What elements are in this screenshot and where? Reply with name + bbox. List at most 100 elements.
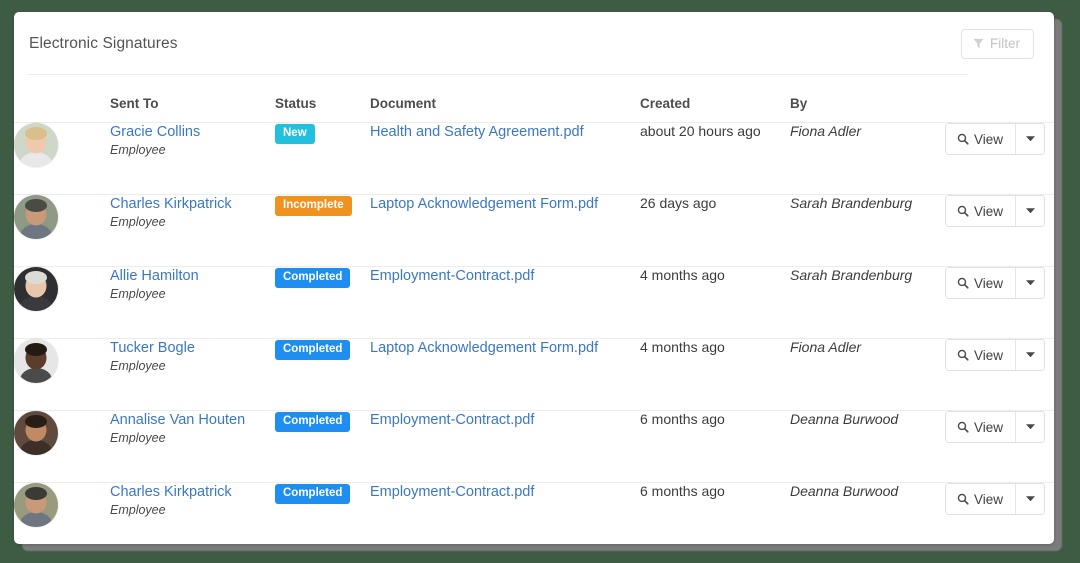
view-dropdown-toggle[interactable] — [1015, 124, 1045, 154]
row-sent-to-cell: Charles Kirkpatrick Employee — [110, 194, 275, 267]
avatar-photo-annalise-van-houten — [14, 411, 58, 455]
electronic-signatures-card: Electronic Signatures Filter Sent To Sta… — [14, 12, 1054, 544]
caret-down-icon — [1025, 136, 1035, 142]
status-badge: New — [275, 124, 315, 144]
column-header-sent-to: Sent To — [110, 75, 275, 123]
view-button-group: View — [945, 123, 1046, 155]
row-sent-to-cell: Allie Hamilton Employee — [110, 266, 275, 339]
column-header-actions — [945, 75, 1054, 123]
row-by-cell: Deanna Burwood — [790, 410, 945, 483]
view-button-label: View — [974, 131, 1004, 147]
row-document-cell: Health and Safety Agreement.pdf — [370, 122, 640, 195]
view-button[interactable]: View — [946, 484, 1016, 514]
view-button-label: View — [974, 203, 1004, 219]
status-badge: Incomplete — [275, 196, 352, 216]
view-dropdown-toggle[interactable] — [1015, 412, 1045, 442]
document-link[interactable]: Employment-Contract.pdf — [370, 268, 534, 284]
row-document-cell: Employment-Contract.pdf — [370, 482, 640, 544]
signatures-table: Sent To Status Document Created By Graci… — [14, 75, 1054, 544]
status-badge: Completed — [275, 268, 351, 288]
table-header-row: Sent To Status Document Created By — [14, 75, 1054, 123]
row-sent-to-cell: Tucker Bogle Employee — [110, 338, 275, 411]
table-header: Sent To Status Document Created By — [14, 75, 1054, 123]
table-body: Gracie Collins Employee New Health and S… — [14, 122, 1054, 544]
person-name-link[interactable]: Annalise Van Houten — [110, 411, 275, 429]
row-avatar-cell — [14, 122, 110, 195]
document-link[interactable]: Health and Safety Agreement.pdf — [370, 124, 584, 140]
document-link[interactable]: Laptop Acknowledgement Form.pdf — [370, 340, 598, 356]
caret-down-icon — [1025, 208, 1035, 214]
view-button[interactable]: View — [946, 268, 1016, 298]
view-button-label: View — [974, 275, 1004, 291]
avatar-photo-charles-kirkpatrick — [14, 195, 58, 239]
row-status-cell: Completed — [275, 410, 370, 483]
table-row: Allie Hamilton Employee Completed Employ… — [14, 266, 1054, 339]
document-link[interactable]: Employment-Contract.pdf — [370, 412, 534, 428]
view-button-label: View — [974, 491, 1004, 507]
status-badge: Completed — [275, 484, 351, 504]
created-timestamp: about 20 hours ago — [640, 123, 761, 139]
row-sent-to-cell: Annalise Van Houten Employee — [110, 410, 275, 483]
person-name-link[interactable]: Tucker Bogle — [110, 339, 275, 357]
view-dropdown-toggle[interactable] — [1015, 340, 1045, 370]
caret-down-icon — [1025, 496, 1035, 502]
view-button[interactable]: View — [946, 196, 1016, 226]
document-link[interactable]: Employment-Contract.pdf — [370, 484, 534, 500]
document-link[interactable]: Laptop Acknowledgement Form.pdf — [370, 196, 598, 212]
person-name-link[interactable]: Gracie Collins — [110, 123, 275, 141]
created-timestamp: 4 months ago — [640, 339, 725, 355]
avatar-photo-charles-kirkpatrick — [14, 483, 58, 527]
magnifier-icon — [957, 205, 969, 217]
magnifier-icon — [957, 349, 969, 361]
row-avatar-cell — [14, 266, 110, 339]
row-created-cell: 4 months ago — [640, 338, 790, 411]
created-by-name: Fiona Adler — [790, 339, 862, 355]
view-button-group: View — [945, 411, 1046, 443]
view-dropdown-toggle[interactable] — [1015, 196, 1045, 226]
view-button-label: View — [974, 347, 1004, 363]
avatar-photo-allie-hamilton — [14, 267, 58, 311]
person-role-label: Employee — [110, 143, 166, 157]
row-actions-cell: View — [945, 410, 1054, 483]
magnifier-icon — [957, 277, 969, 289]
magnifier-icon — [957, 133, 969, 145]
row-status-cell: New — [275, 122, 370, 195]
person-name-link[interactable]: Allie Hamilton — [110, 267, 275, 285]
person-role-label: Employee — [110, 359, 166, 373]
view-button-group: View — [945, 267, 1046, 299]
view-button-label: View — [974, 419, 1004, 435]
column-header-avatar — [14, 75, 110, 123]
column-header-status: Status — [275, 75, 370, 123]
person-name-link[interactable]: Charles Kirkpatrick — [110, 195, 275, 213]
view-button[interactable]: View — [946, 340, 1016, 370]
view-dropdown-toggle[interactable] — [1015, 268, 1045, 298]
created-by-name: Deanna Burwood — [790, 483, 899, 499]
person-role-label: Employee — [110, 431, 166, 445]
table-row: Gracie Collins Employee New Health and S… — [14, 122, 1054, 195]
filter-button[interactable]: Filter — [961, 28, 1034, 59]
column-header-document: Document — [370, 75, 640, 123]
avatar-photo-gracie-collins — [14, 123, 58, 167]
magnifier-icon — [957, 493, 969, 505]
row-avatar-cell — [14, 194, 110, 267]
person-role-label: Employee — [110, 215, 166, 229]
row-document-cell: Employment-Contract.pdf — [370, 410, 640, 483]
page-title: Electronic Signatures — [29, 34, 178, 52]
row-avatar-cell — [14, 338, 110, 411]
table-row: Annalise Van Houten Employee Completed E… — [14, 410, 1054, 483]
row-avatar-cell — [14, 482, 110, 544]
view-button[interactable]: View — [946, 412, 1016, 442]
card-header: Electronic Signatures Filter — [14, 12, 1054, 75]
view-button-group: View — [945, 483, 1046, 515]
person-name-link[interactable]: Charles Kirkpatrick — [110, 483, 275, 501]
view-dropdown-toggle[interactable] — [1015, 484, 1045, 514]
row-by-cell: Fiona Adler — [790, 122, 945, 195]
created-timestamp: 6 months ago — [640, 483, 725, 499]
view-button[interactable]: View — [946, 124, 1016, 154]
caret-down-icon — [1025, 424, 1035, 430]
view-button-group: View — [945, 195, 1046, 227]
created-timestamp: 6 months ago — [640, 411, 725, 427]
created-timestamp: 4 months ago — [640, 267, 725, 283]
row-actions-cell: View — [945, 122, 1054, 195]
row-sent-to-cell: Charles Kirkpatrick Employee — [110, 482, 275, 544]
